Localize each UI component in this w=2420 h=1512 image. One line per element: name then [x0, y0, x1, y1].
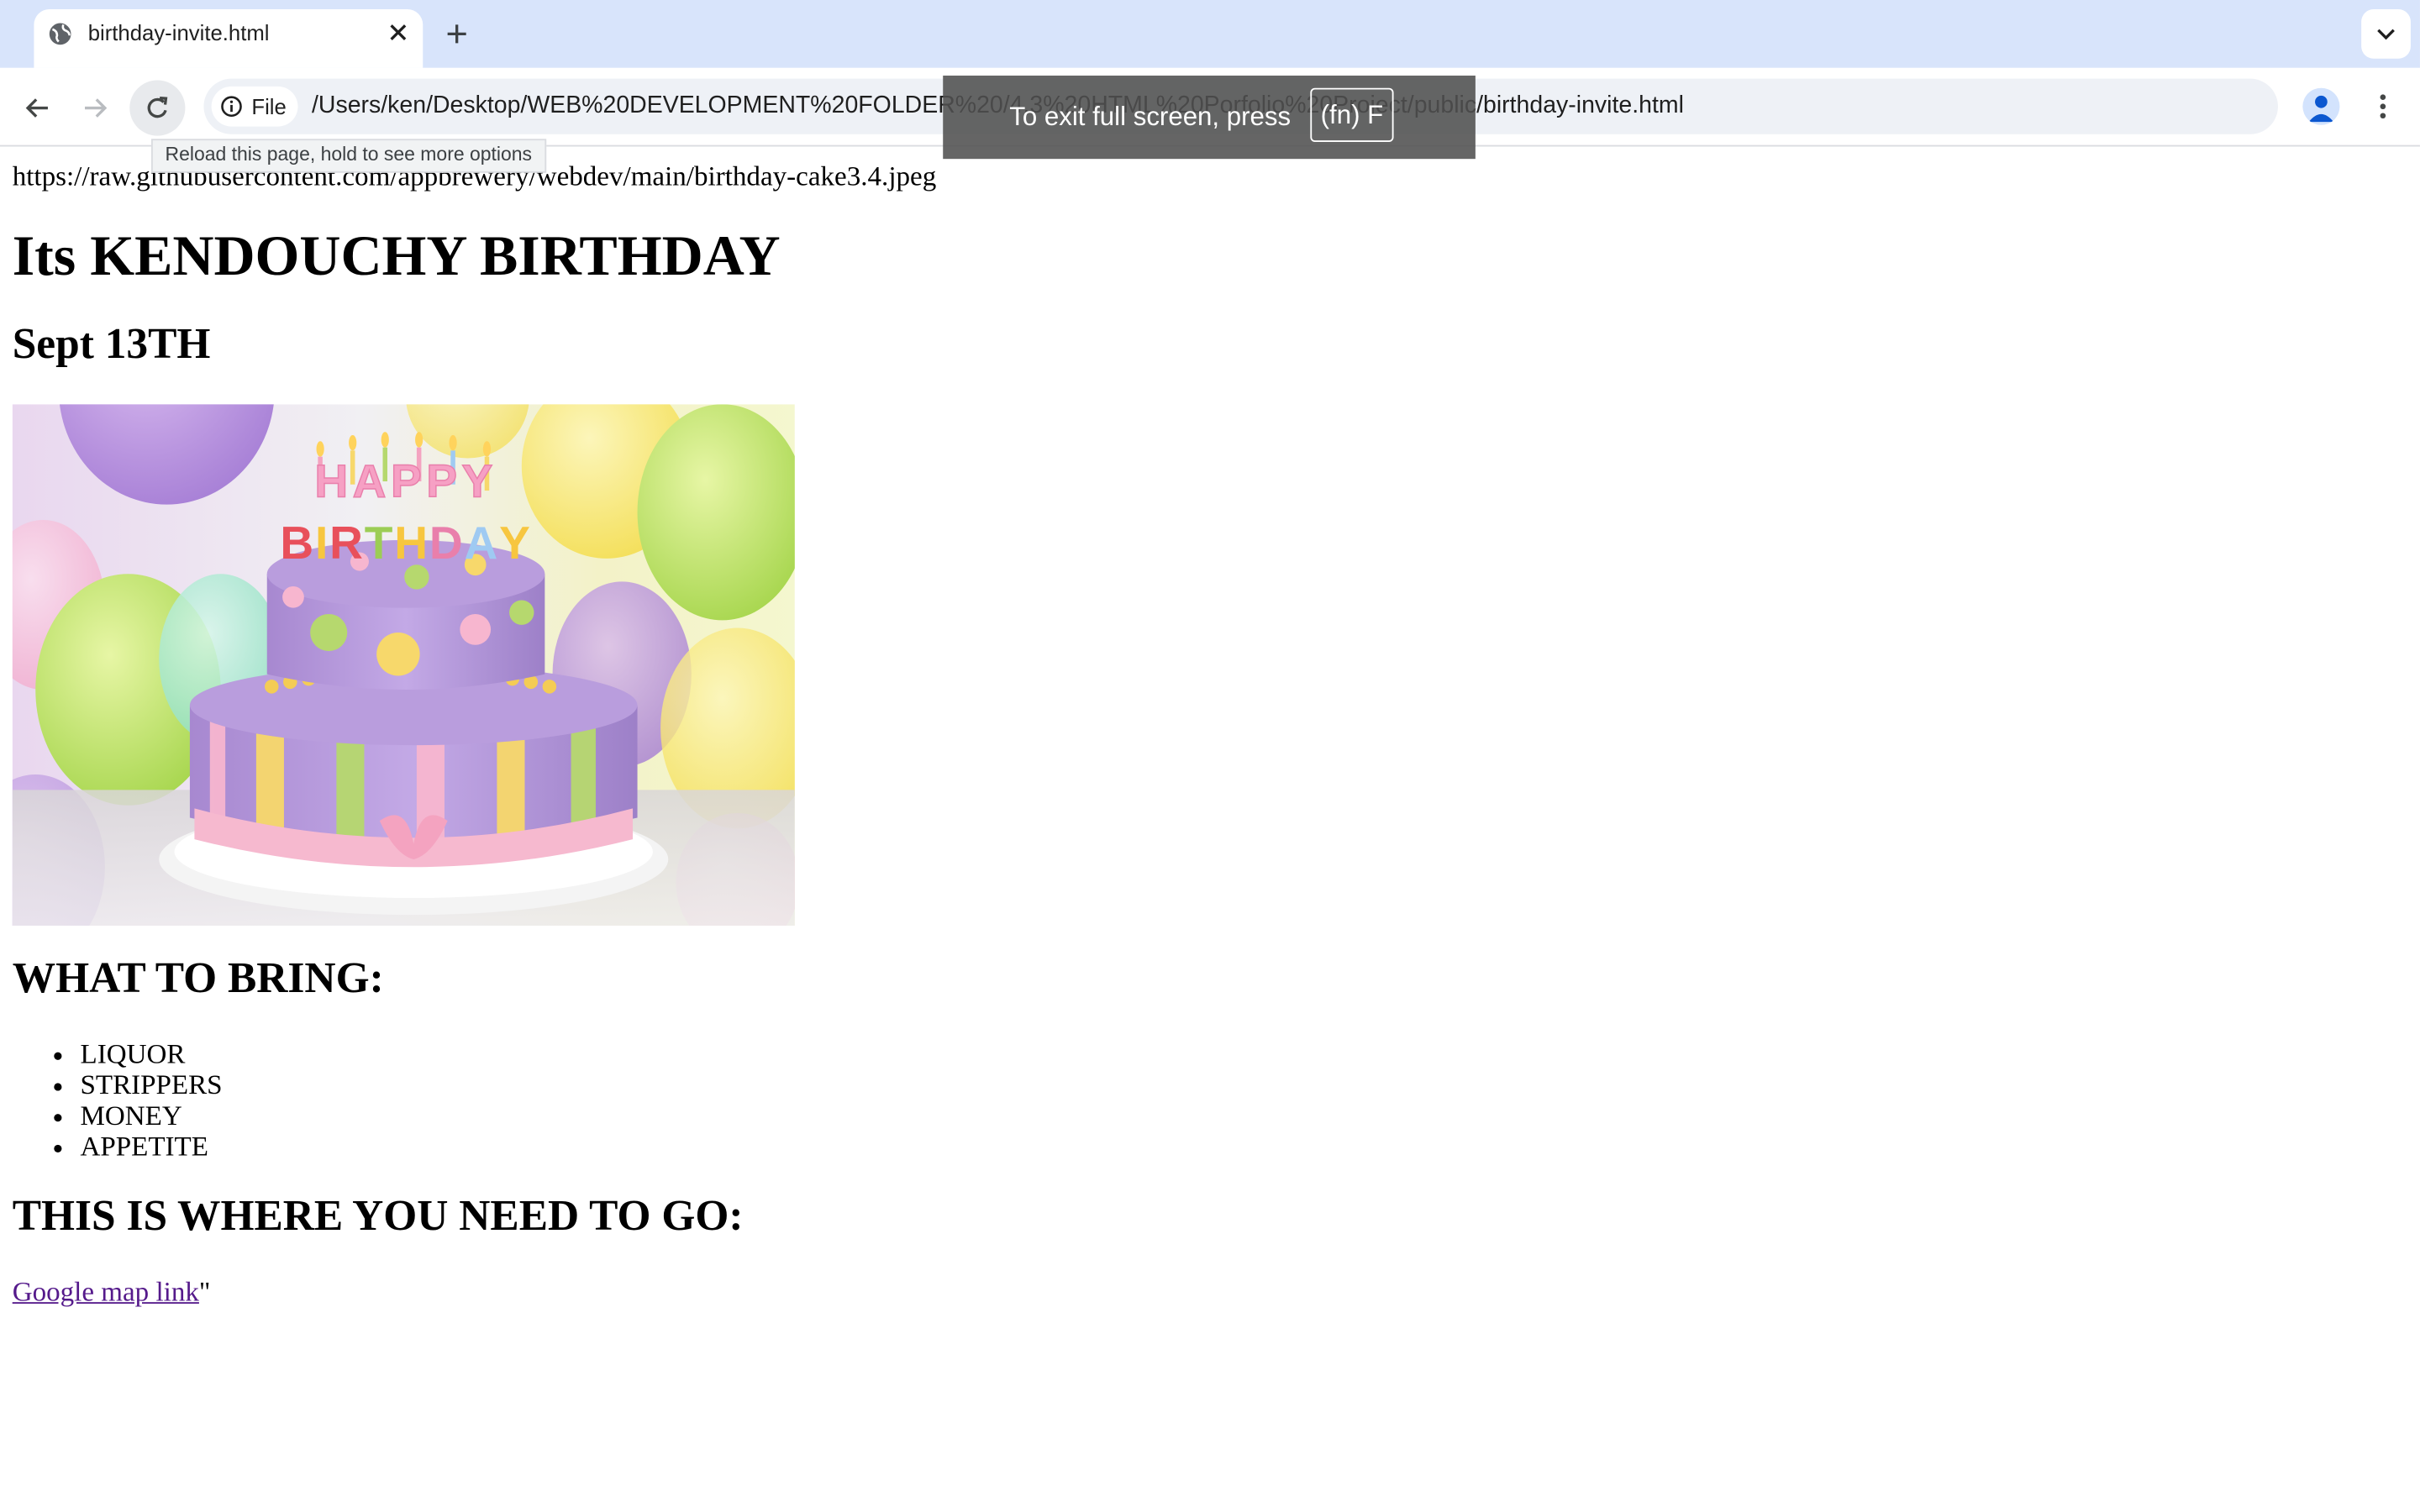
- fullscreen-message: To exit full screen, press: [1009, 102, 1292, 132]
- arrow-right-icon: [85, 98, 108, 118]
- more-options-icon[interactable]: [2367, 91, 2398, 122]
- arrow-left-icon: [25, 98, 48, 118]
- plus-icon: [447, 24, 466, 44]
- chip-label: File: [251, 94, 287, 119]
- list-item: STRIPPERS: [81, 1069, 223, 1100]
- reload-icon: [147, 96, 168, 118]
- forward-button[interactable]: [68, 81, 124, 136]
- browser-window: birthday-invite.html File To exit full s…: [0, 0, 2420, 1512]
- new-tab-button[interactable]: [439, 17, 473, 50]
- svg-text:HAPPY: HAPPY: [314, 454, 497, 507]
- what-to-bring-heading: WHAT TO BRING:: [12, 954, 384, 1003]
- chevron-down-icon: [2377, 29, 2395, 40]
- list-item: APPETITE: [81, 1131, 223, 1162]
- tab-search-button[interactable]: [2361, 9, 2411, 59]
- back-button[interactable]: [9, 81, 65, 136]
- party-date: Sept 13TH: [12, 321, 211, 369]
- tab-birthday-invite[interactable]: birthday-invite.html: [34, 9, 424, 68]
- page-title: Its KENDOUCHY BIRTHDAY: [12, 225, 781, 289]
- tab-strip: birthday-invite.html: [0, 0, 2420, 68]
- site-info-chip[interactable]: File: [211, 86, 298, 127]
- profile-avatar-icon[interactable]: [2302, 87, 2340, 125]
- close-icon[interactable]: [383, 17, 414, 48]
- trailing-quote: ": [198, 1275, 211, 1307]
- reload-tooltip: Reload this page, hold to see more optio…: [150, 139, 546, 173]
- map-link-line: Google map link": [13, 1276, 211, 1309]
- birthday-cake-image: HAPPY BIRTHDAY: [12, 404, 795, 927]
- list-item: MONEY: [81, 1100, 223, 1131]
- tab-title: birthday-invite.html: [87, 19, 270, 45]
- bring-list: LIQUOR STRIPPERS MONEY APPETITE: [13, 1038, 223, 1162]
- google-map-link[interactable]: Google map link: [13, 1276, 199, 1307]
- svg-text:BIRTHDAY: BIRTHDAY: [280, 517, 531, 569]
- globe-icon: [48, 22, 72, 46]
- list-item: LIQUOR: [81, 1038, 223, 1069]
- info-icon: [221, 96, 243, 118]
- fullscreen-exit-toast: To exit full screen, press (fn) F: [943, 75, 1476, 160]
- reload-button[interactable]: [129, 80, 186, 136]
- location-heading: THIS IS WHERE YOU NEED TO GO:: [12, 1192, 744, 1241]
- fullscreen-key: (fn) F: [1310, 87, 1394, 142]
